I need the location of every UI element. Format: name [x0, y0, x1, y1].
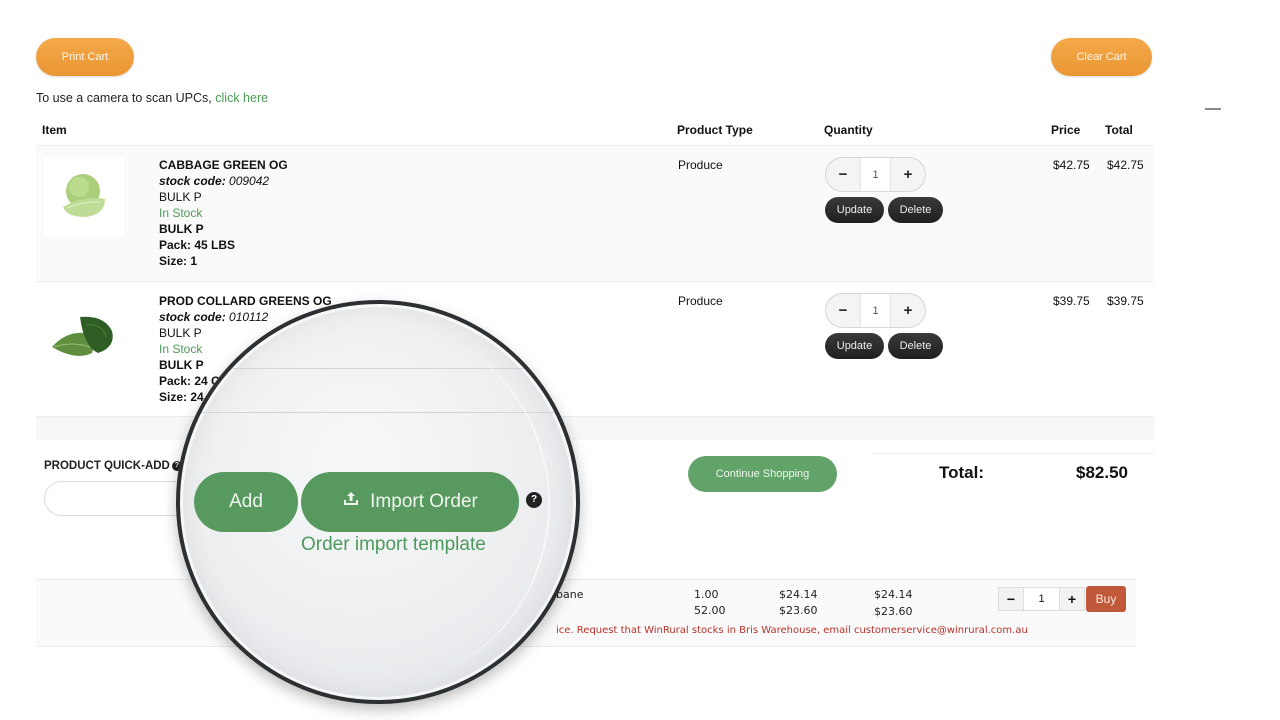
header-quantity: Quantity [824, 123, 873, 137]
quantity-input[interactable]: 1 [1023, 588, 1060, 610]
header-total: Total [1105, 123, 1133, 137]
stock-status: In Stock [159, 206, 203, 220]
warehouse-qty: 52.00 [694, 604, 726, 617]
warehouse-total: $24.14 [874, 588, 913, 601]
scan-upc-line: To use a camera to scan UPCs, click here [36, 91, 268, 105]
collard-greens-image [44, 295, 124, 375]
header-price: Price [1051, 123, 1081, 137]
header-product-type: Product Type [677, 123, 753, 137]
quantity-stepper: − 1 + [825, 157, 926, 192]
quick-add-label: PRODUCT QUICK-ADD? [44, 460, 182, 472]
add-button[interactable]: Add [194, 472, 298, 532]
minimize-dash[interactable] [1205, 108, 1221, 110]
magnified-row-divider [180, 368, 576, 369]
scan-upc-text: To use a camera to scan UPCs, [36, 91, 212, 105]
decrease-quantity-button[interactable]: − [826, 294, 860, 327]
stock-code-label: stock code: [159, 310, 226, 324]
warehouse-qty: 1.00 [694, 588, 719, 601]
item-unit-bold: BULK P [159, 222, 204, 236]
decrease-quantity-button[interactable]: − [999, 588, 1023, 610]
stock-code: 009042 [229, 174, 270, 188]
magnified-row-divider [180, 412, 576, 413]
continue-shopping-button[interactable]: Continue Shopping [688, 456, 837, 492]
product-type: Produce [678, 294, 723, 308]
magnifier-overlay: Add Import Order ? Order import template [176, 300, 580, 704]
item-total: $42.75 [1107, 158, 1144, 172]
warehouse-quantity-stepper: − 1 + [998, 587, 1085, 611]
total-value: $82.50 [1076, 463, 1128, 482]
buy-button[interactable]: Buy [1086, 586, 1126, 612]
quantity-stepper: − 1 + [825, 293, 926, 328]
quick-add-input[interactable] [44, 481, 194, 516]
stock-code: 010112 [229, 310, 269, 324]
increase-quantity-button[interactable]: + [891, 158, 925, 191]
header-item: Item [42, 123, 67, 137]
item-name[interactable]: PROD COLLARD GREENS OG [159, 293, 332, 309]
update-button[interactable]: Update [825, 197, 884, 223]
item-total: $39.75 [1107, 294, 1144, 308]
warehouse-note: ice. Request that WinRural stocks in Bri… [556, 625, 1028, 636]
item-price: $42.75 [1053, 158, 1090, 172]
warehouse-price: $24.14 [779, 588, 818, 601]
item-size: Size: 1 [159, 254, 198, 268]
total-label: Total: [939, 463, 985, 482]
order-import-template-link[interactable]: Order import template [301, 534, 486, 556]
warehouse-price: $23.60 [779, 604, 818, 617]
product-type: Produce [678, 158, 723, 172]
increase-quantity-button[interactable]: + [1060, 588, 1084, 610]
clear-cart-button[interactable]: Clear Cart [1051, 38, 1152, 76]
print-cart-button[interactable]: Print Cart [36, 38, 134, 76]
quantity-input[interactable]: 1 [860, 158, 891, 191]
cabbage-image [44, 157, 124, 237]
item-unit: BULK P [159, 190, 202, 204]
quick-add-title: PRODUCT QUICK-ADD [44, 460, 170, 472]
delete-button[interactable]: Delete [888, 333, 943, 359]
import-order-button[interactable]: Import Order [301, 472, 519, 532]
item-name[interactable]: CABBAGE GREEN OG [159, 157, 288, 173]
delete-button[interactable]: Delete [888, 197, 943, 223]
increase-quantity-button[interactable]: + [891, 294, 925, 327]
quantity-input[interactable]: 1 [860, 294, 891, 327]
upload-icon [342, 490, 360, 514]
update-button[interactable]: Update [825, 333, 884, 359]
total-divider [872, 453, 1154, 454]
import-order-label: Import Order [370, 491, 478, 512]
item-details: CABBAGE GREEN OG stock code: 009042 BULK… [159, 157, 288, 269]
scan-upc-link[interactable]: click here [215, 91, 268, 105]
item-price: $39.75 [1053, 294, 1090, 308]
warehouse-location: bane [556, 588, 584, 601]
stock-code-label: stock code: [159, 174, 226, 188]
decrease-quantity-button[interactable]: − [826, 158, 860, 191]
help-icon[interactable]: ? [526, 492, 542, 508]
warehouse-total: $23.60 [874, 605, 913, 618]
item-pack: Pack: 45 LBS [159, 238, 236, 252]
